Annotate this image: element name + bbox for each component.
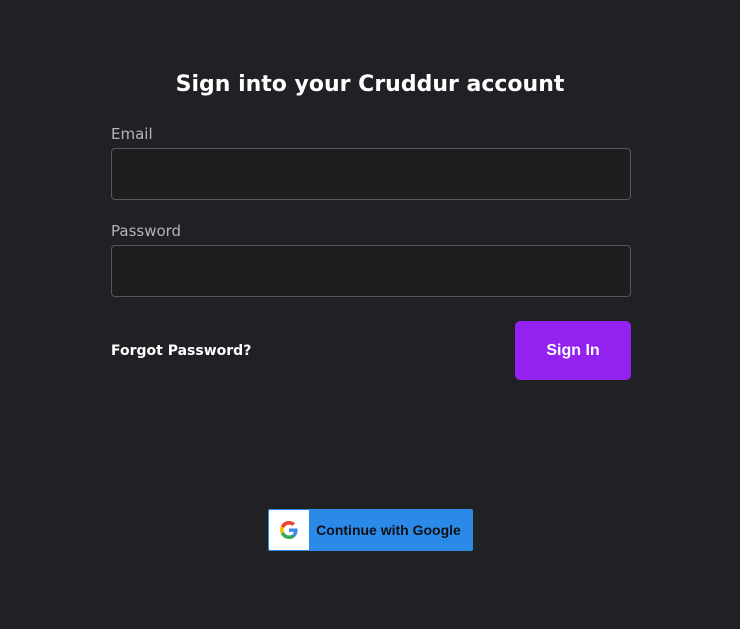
password-field[interactable] <box>111 245 631 297</box>
email-field[interactable] <box>111 148 631 200</box>
continue-with-google-button[interactable]: Continue with Google <box>268 509 473 551</box>
page-title: Sign into your Cruddur account <box>175 72 565 97</box>
forgot-password-link[interactable]: Forgot Password? <box>111 341 251 361</box>
signin-page: Sign into your Cruddur account Email Pas… <box>0 0 740 629</box>
email-label: Email <box>111 125 153 143</box>
google-button-label: Continue with Google <box>316 522 461 538</box>
password-label: Password <box>111 222 182 240</box>
google-g-icon <box>280 521 298 539</box>
sign-in-button[interactable]: Sign In <box>515 321 631 380</box>
google-icon-box <box>269 510 309 550</box>
